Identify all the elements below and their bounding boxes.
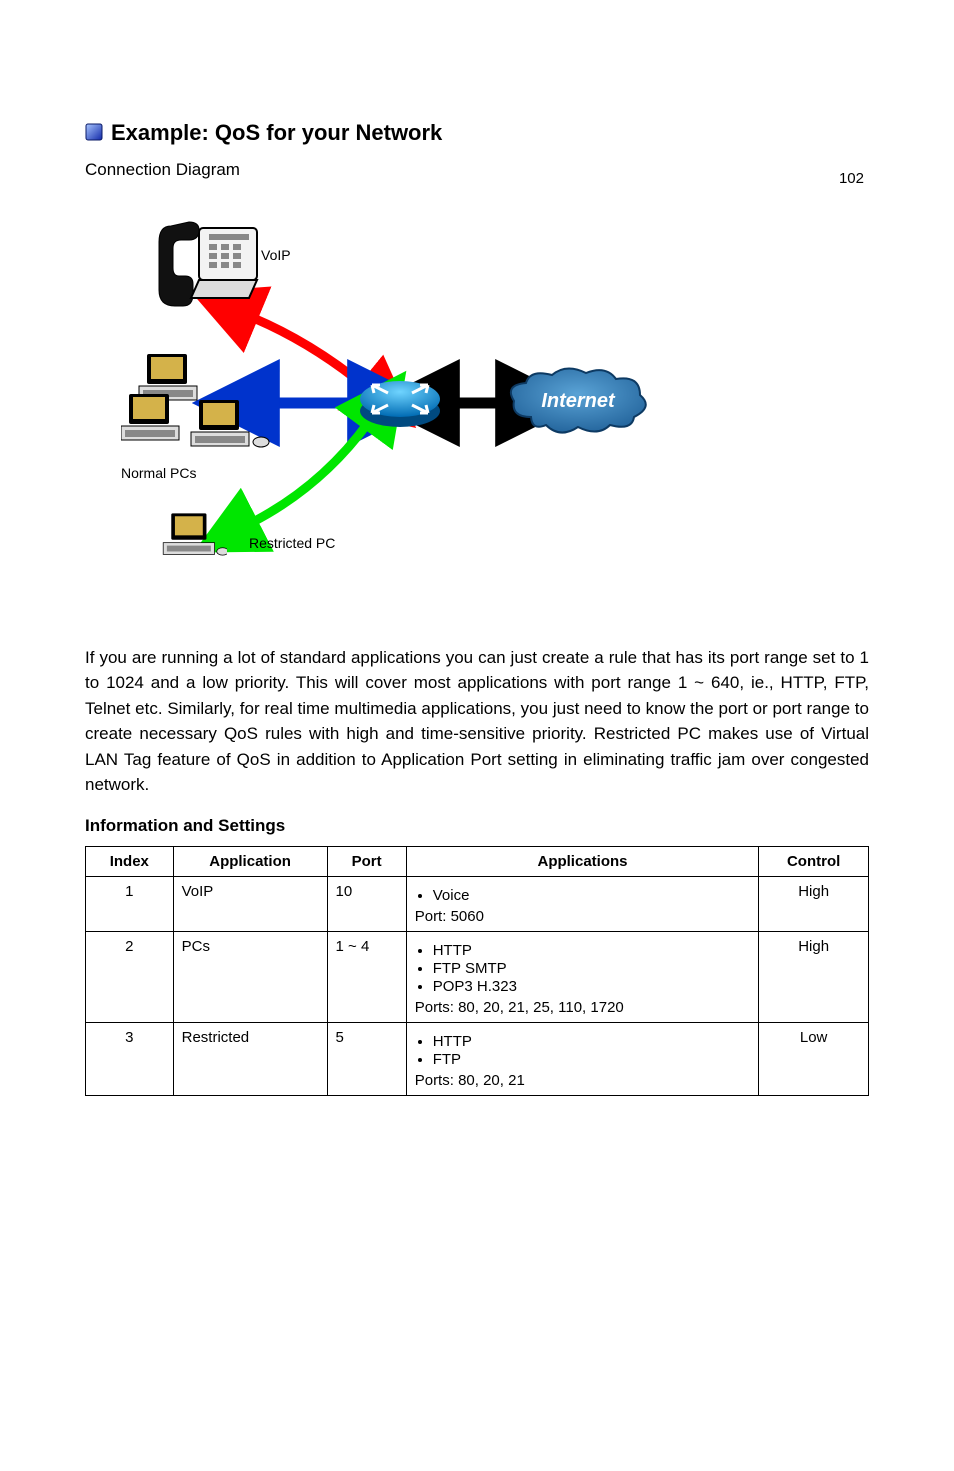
app-item: Voice	[433, 887, 751, 904]
internet-cloud-icon: Internet	[506, 367, 651, 437]
app-item: HTTP	[433, 942, 751, 959]
bullet-square-3d-icon	[85, 123, 103, 141]
col-port: Port	[327, 846, 406, 876]
ip-phone-label: VoIP	[261, 247, 291, 263]
col-control: Control	[759, 846, 869, 876]
pc-cluster-label: Normal PCs	[121, 465, 196, 481]
col-apps: Applications	[406, 846, 759, 876]
restricted-pc-label: Restricted PC	[249, 535, 335, 551]
col-index: Index	[86, 846, 174, 876]
document-page: 102 Example: QoS for your Network Connec…	[0, 120, 954, 1471]
info-settings-title: Information and Settings	[85, 816, 869, 836]
app-item: HTTP	[433, 1033, 751, 1050]
network-diagram: VoIP	[121, 207, 661, 627]
app-item: FTP SMTP	[433, 960, 751, 977]
page-number: 102	[839, 170, 864, 187]
app-item: FTP	[433, 1051, 751, 1068]
port-range: Ports: 80, 20, 21	[415, 1072, 751, 1089]
port-range: Port: 5060	[415, 908, 751, 925]
section-heading: Example: QoS for your Network	[111, 120, 442, 146]
section-title-row: Example: QoS for your Network	[85, 120, 869, 146]
router-icon	[358, 375, 443, 430]
restricted-pc-icon	[161, 509, 227, 574]
ip-phone-icon	[153, 220, 263, 315]
table-row: 1 VoIP 10 Voice Port: 5060 High	[86, 876, 869, 931]
app-item: POP3 H.323	[433, 978, 751, 995]
port-range: Ports: 80, 20, 21, 25, 110, 1720	[415, 999, 751, 1016]
table-header-row: Index Application Port Applications Cont…	[86, 846, 869, 876]
internet-cloud-label: Internet	[541, 390, 616, 412]
table-row: 2 PCs 1 ~ 4 HTTP FTP SMTP POP3 H.323 Por…	[86, 931, 869, 1022]
pc-cluster-icon	[121, 354, 271, 469]
col-application: Application	[173, 846, 327, 876]
table-row: 3 Restricted 5 HTTP FTP Ports: 80, 20, 2…	[86, 1022, 869, 1095]
qos-settings-table: Index Application Port Applications Cont…	[85, 846, 869, 1096]
description-text: If you are running a lot of standard app…	[85, 645, 869, 798]
intro-label: Connection Diagram	[85, 158, 869, 182]
